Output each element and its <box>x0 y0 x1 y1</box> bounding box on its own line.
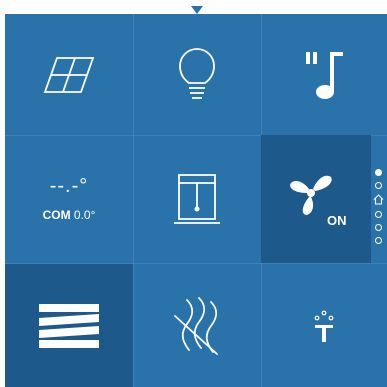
window-blind-icon <box>174 174 220 224</box>
page-dot[interactable] <box>375 182 382 189</box>
fan-icon <box>290 175 332 215</box>
page-dot[interactable] <box>375 169 382 176</box>
temperature-label: COM <box>42 208 71 222</box>
page-dot[interactable] <box>375 224 382 231</box>
light-bulb-icon <box>179 47 215 99</box>
shading-icon <box>39 303 99 348</box>
tile-window[interactable] <box>133 135 261 263</box>
temperature-placeholder: --.-° <box>49 175 89 197</box>
music-note-icon <box>306 51 343 99</box>
solar-panel-icon <box>43 56 95 93</box>
tile-light[interactable] <box>133 14 261 135</box>
temperature-readout: COM 0.0° <box>5 208 133 222</box>
tile-shading[interactable] <box>5 264 133 387</box>
page-dot[interactable] <box>375 211 382 218</box>
tile-music[interactable] <box>261 14 387 135</box>
page-indicator[interactable] <box>373 169 385 261</box>
tile-fan[interactable]: ON <box>261 135 371 263</box>
page-dot[interactable] <box>375 237 382 244</box>
wind-icon <box>174 296 218 355</box>
control-panel: --.-° COM 0.0° ON <box>5 14 387 387</box>
tile-wind[interactable] <box>133 264 261 387</box>
home-icon[interactable] <box>373 194 384 205</box>
tile-climate[interactable]: --.-° COM 0.0° <box>5 135 133 263</box>
tile-solar-panel[interactable] <box>5 14 133 135</box>
tile-irrigation[interactable] <box>261 264 387 387</box>
temperature-value: 0.0° <box>73 208 96 222</box>
fan-state-label: ON <box>327 213 347 228</box>
sprinkler-icon <box>314 310 334 342</box>
popover-pointer <box>191 6 203 14</box>
